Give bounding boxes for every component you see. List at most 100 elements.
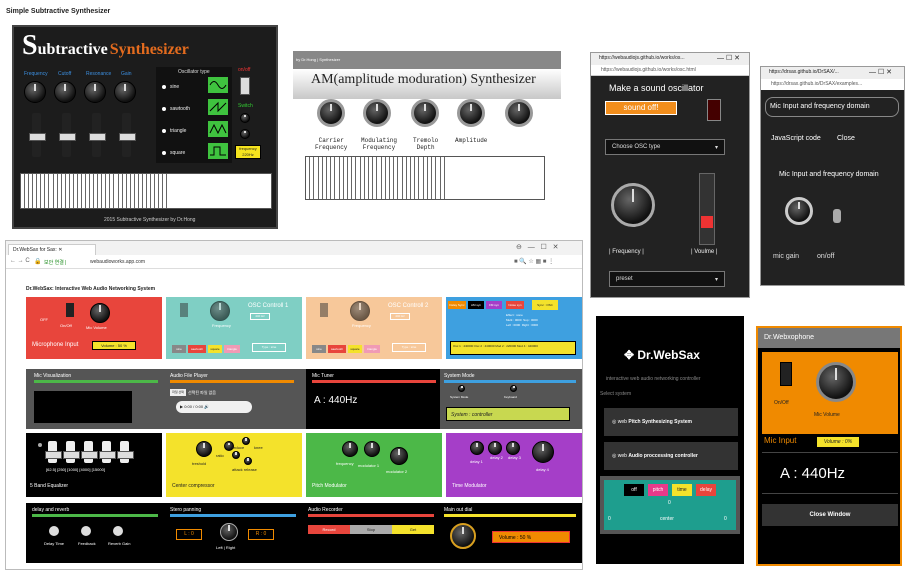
synth-keyboard[interactable]	[20, 173, 272, 209]
webxophone-onoff-switch[interactable]	[780, 362, 792, 386]
slider-1[interactable]	[29, 113, 46, 157]
javascript-code-link[interactable]: JavaScript code	[771, 135, 821, 142]
black-key[interactable]	[540, 157, 544, 199]
audio-processing-button[interactable]: ◎ web Audio proccessing controller	[604, 442, 738, 470]
eq-band-2[interactable]	[63, 441, 80, 463]
slider-4[interactable]	[119, 113, 136, 157]
extra-knob[interactable]	[505, 99, 533, 127]
pitch-system-button[interactable]: ◎ web Pitch Synthesizing System	[604, 408, 738, 436]
stop-button[interactable]: Stop	[350, 525, 392, 534]
am-keyboard[interactable]	[305, 156, 545, 200]
feedback-knob[interactable]	[80, 525, 92, 537]
slider-2[interactable]	[59, 113, 76, 157]
fx-tab-fm[interactable]: FM syn	[486, 301, 502, 309]
close-window-button[interactable]: Close Window	[762, 504, 898, 526]
toolbar-icons[interactable]: ■ 🔍 ☆ ▦ ■ ⋮	[514, 258, 554, 265]
volume-slider-handle[interactable]	[701, 216, 713, 228]
eq-band-3[interactable]	[81, 441, 98, 463]
osc-radio-triangle[interactable]	[162, 129, 166, 133]
eq-band-5[interactable]	[117, 441, 134, 463]
osc2-type-square[interactable]: square	[348, 345, 362, 353]
osc-radio-sawtooth[interactable]	[162, 107, 166, 111]
black-key[interactable]	[267, 174, 271, 208]
carrier-frequency-knob[interactable]	[317, 99, 345, 127]
pan-knob[interactable]	[220, 523, 238, 541]
fx-off-button[interactable]: off	[624, 484, 644, 496]
amplitude-knob[interactable]	[457, 99, 485, 127]
osc1-type-sawtooth[interactable]: sawtooth	[188, 345, 206, 353]
tremolo-depth-knob[interactable]	[411, 99, 439, 127]
mic-window-controls[interactable]: — ☐ ✕	[869, 68, 892, 76]
webxophone-mic-volume-knob[interactable]	[816, 362, 856, 402]
compressor-threshold-knob[interactable]	[196, 441, 212, 457]
get-button[interactable]: Get	[392, 525, 434, 534]
osc-radio-square[interactable]	[162, 151, 166, 155]
pitch-frequency-knob[interactable]	[342, 441, 358, 457]
delay-3-knob[interactable]	[506, 441, 520, 455]
mic-volume-knob[interactable]	[90, 303, 110, 323]
delay-1-knob[interactable]	[470, 441, 484, 455]
fx-tab-noise[interactable]: Noise syn	[506, 301, 524, 309]
osc1-frequency-knob[interactable]	[210, 301, 230, 321]
osc-window-controls[interactable]: — ☐ ✕	[717, 54, 740, 62]
reverb-gain-knob[interactable]	[112, 525, 124, 537]
osc-addressbar[interactable]: https://webaudiojs.github.io/works/osc.h…	[591, 65, 749, 76]
delay-4-knob[interactable]	[532, 441, 554, 463]
mic-addressbar[interactable]: https://drsax.github.io/DrSAX/examples..…	[761, 79, 904, 90]
compressor-reduce-knob[interactable]	[232, 451, 240, 459]
preset-select[interactable]: preset ▾	[609, 271, 725, 287]
fx-delay-button[interactable]: delay	[696, 484, 716, 496]
osc2-switch[interactable]	[320, 303, 328, 317]
mic-onoff-switch[interactable]	[66, 303, 74, 317]
fx-tab-am[interactable]: AM syn	[468, 301, 484, 309]
osc-radio-sine[interactable]	[162, 85, 166, 89]
fx-time-button[interactable]: time	[672, 484, 692, 496]
osc-rocker-switch[interactable]	[707, 99, 721, 121]
osc2-frequency-knob[interactable]	[350, 301, 370, 321]
url-text[interactable]: webaudioworks.app.com	[90, 259, 145, 265]
resonance-knob[interactable]	[84, 81, 106, 103]
power-toggle[interactable]	[240, 77, 250, 95]
delay-2-knob[interactable]	[488, 441, 502, 455]
audio-player-controls[interactable]: ▶ 0:00 / 0:00 🔊	[176, 401, 252, 413]
frequency-knob[interactable]	[24, 81, 46, 103]
eq-band-4[interactable]	[99, 441, 116, 463]
slider-3[interactable]	[89, 113, 106, 157]
eq-band-1[interactable]	[45, 441, 62, 463]
modulating-frequency-knob[interactable]	[363, 99, 391, 127]
osc1-type-sine[interactable]: sine	[172, 345, 186, 353]
fx-tab-delay[interactable]: Delay Sync	[448, 301, 466, 309]
gain-knob[interactable]	[114, 81, 136, 103]
frequency-dial[interactable]	[611, 183, 655, 227]
system-mode-toggle-right[interactable]	[510, 385, 517, 392]
fx-pitch-button[interactable]: pitch	[648, 484, 668, 496]
volume-icon[interactable]: 🔊	[204, 404, 209, 409]
cutoff-knob[interactable]	[54, 81, 76, 103]
osc2-type-sawtooth[interactable]: sawtooth	[328, 345, 346, 353]
record-button[interactable]: Record	[308, 525, 350, 534]
osc2-type-triangle[interactable]: triangle	[364, 345, 380, 353]
osc-type-select[interactable]: Choose OSC type ▾	[605, 139, 725, 155]
pitch-mod1-knob[interactable]	[364, 441, 380, 457]
mic-gain-knob[interactable]	[785, 197, 813, 225]
osc1-switch[interactable]	[180, 303, 188, 317]
main-out-dial[interactable]	[450, 523, 476, 549]
play-icon[interactable]: ▶	[180, 404, 183, 409]
delay-time-knob[interactable]	[48, 525, 60, 537]
switch-knob-2[interactable]	[240, 129, 250, 139]
file-choose-button[interactable]: 파일 선택	[170, 389, 186, 396]
osc2-type-sine[interactable]: sine	[312, 345, 326, 353]
osc1-type-triangle[interactable]: triangle	[224, 345, 240, 353]
tab-close-icon[interactable]: ✕	[58, 247, 62, 253]
compressor-knee-knob[interactable]	[242, 437, 250, 445]
nav-buttons[interactable]: ← → C	[10, 258, 30, 264]
mic-toggle[interactable]	[833, 209, 841, 223]
close-link[interactable]: Close	[837, 135, 855, 142]
compressor-attack-knob[interactable]	[244, 457, 252, 465]
sound-off-button[interactable]: sound off!	[605, 101, 677, 115]
osc1-type-square[interactable]: square	[208, 345, 222, 353]
volume-slider-track[interactable]	[699, 173, 715, 245]
switch-knob-1[interactable]	[240, 113, 250, 123]
browser-window-controls[interactable]: ⊖ — ☐ ✕	[516, 243, 559, 251]
system-mode-toggle-left[interactable]	[458, 385, 465, 392]
